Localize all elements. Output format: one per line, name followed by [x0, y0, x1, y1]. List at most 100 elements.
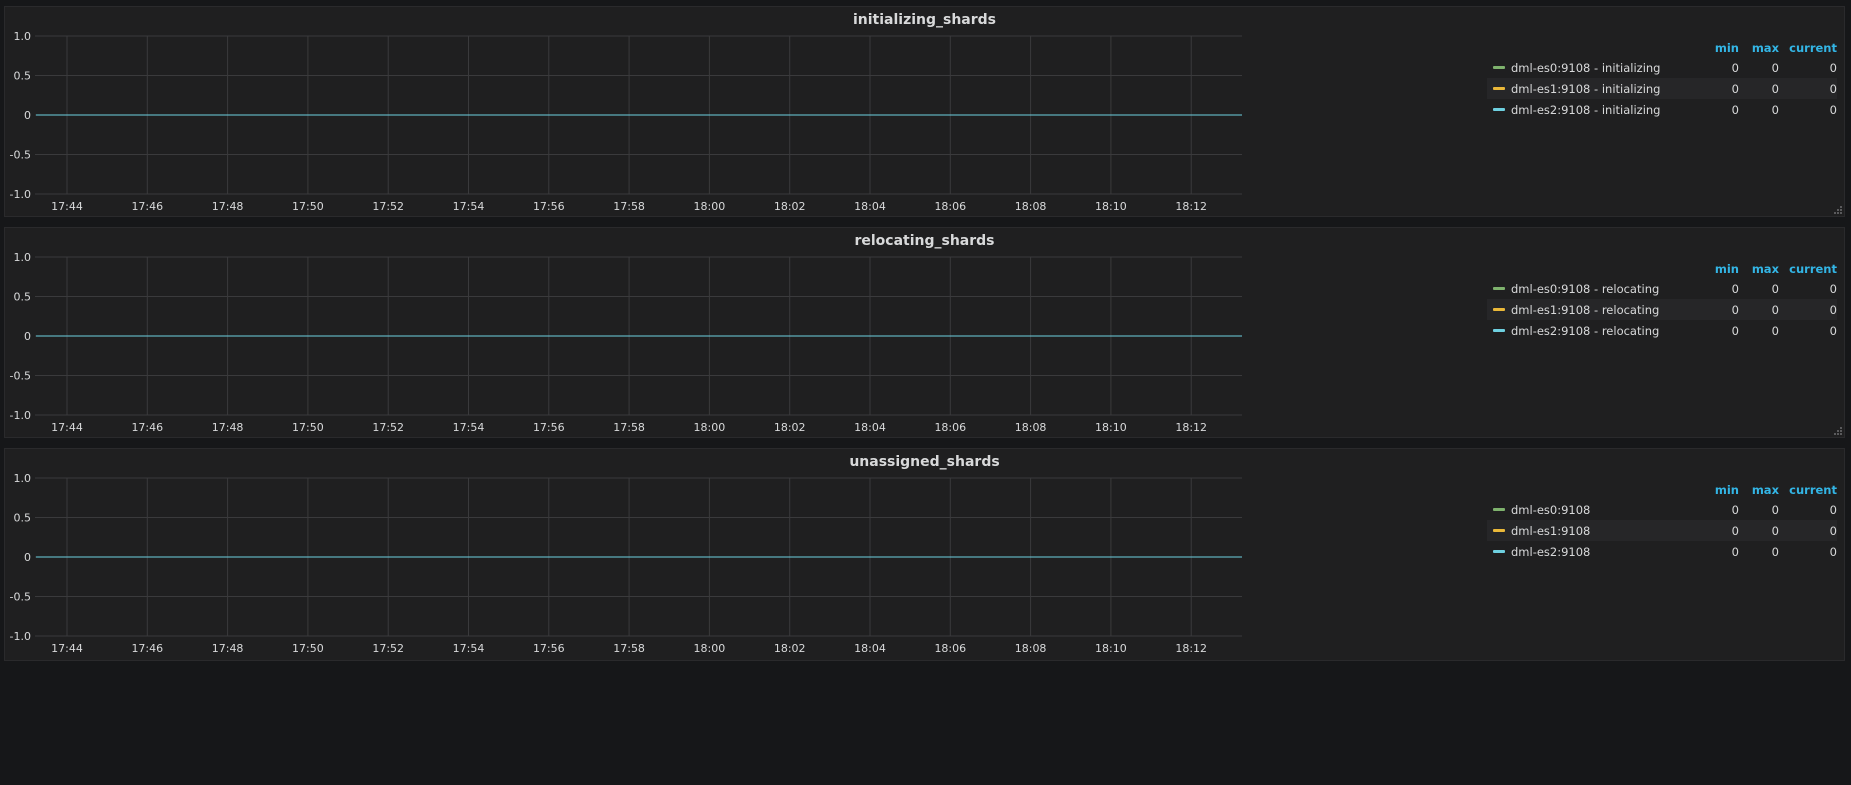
legend-series-name[interactable]: dml-es1:9108 - initializing — [1511, 82, 1707, 96]
series-color-swatch[interactable] — [1493, 308, 1505, 311]
legend-col-max[interactable]: max — [1739, 483, 1779, 497]
y-tick-label: 0.5 — [14, 70, 32, 83]
x-tick-label: 18:12 — [1175, 642, 1207, 655]
x-tick-label: 17:48 — [212, 642, 244, 655]
x-tick-label: 18:10 — [1095, 421, 1127, 434]
y-tick-label: 1.0 — [14, 472, 32, 485]
legend-series-name[interactable]: dml-es0:9108 — [1511, 503, 1707, 517]
legend-max-value: 0 — [1771, 302, 1779, 317]
x-tick-label: 17:56 — [533, 642, 565, 655]
legend-min-value: 0 — [1731, 544, 1739, 559]
panel-relocating-shards[interactable]: relocating_shards 1.0 0.5 0 -0.5 -1.0 17:44 17… — [4, 227, 1845, 438]
resize-handle-dot — [1840, 427, 1842, 429]
x-tick-label: 18:06 — [934, 642, 966, 655]
x-tick-label: 17:54 — [453, 421, 485, 434]
legend-item[interactable]: dml-es0:9108 0 0 0 — [1487, 499, 1837, 520]
series-color-swatch[interactable] — [1493, 87, 1505, 90]
legend-min-value: 0 — [1731, 281, 1739, 296]
legend-series-name[interactable]: dml-es0:9108 - initializing — [1511, 61, 1707, 75]
legend-col-max[interactable]: max — [1739, 262, 1779, 276]
series-color-swatch[interactable] — [1493, 108, 1505, 111]
legend-item[interactable]: dml-es1:9108 - initializing 0 0 0 — [1487, 78, 1837, 99]
x-tick-label: 18:04 — [854, 421, 886, 434]
series-color-swatch[interactable] — [1493, 66, 1505, 69]
series-color-swatch[interactable] — [1493, 287, 1505, 290]
legend-current-value: 0 — [1829, 102, 1837, 117]
legend-series-name[interactable]: dml-es2:9108 — [1511, 545, 1707, 559]
x-tick-label: 17:46 — [131, 421, 163, 434]
y-tick-label: -0.5 — [10, 370, 31, 383]
legend-col-current[interactable]: current — [1779, 41, 1837, 55]
x-tick-label: 17:54 — [453, 642, 485, 655]
legend-header: min max current — [1487, 481, 1837, 499]
x-tick-label: 17:46 — [131, 642, 163, 655]
series-color-swatch[interactable] — [1493, 550, 1505, 553]
x-tick-label: 17:46 — [131, 200, 163, 213]
legend-min-value: 0 — [1731, 502, 1739, 517]
x-tick-label: 17:52 — [372, 421, 404, 434]
legend-item[interactable]: dml-es2:9108 0 0 0 — [1487, 541, 1837, 562]
legend-item[interactable]: dml-es2:9108 - relocating 0 0 0 — [1487, 320, 1837, 341]
x-tick-label: 17:50 — [292, 642, 324, 655]
x-tick-label: 17:50 — [292, 421, 324, 434]
x-tick-label: 17:58 — [613, 200, 645, 213]
legend: min max current dml-es0:9108 - initializing… — [1487, 39, 1837, 120]
x-tick-label: 18:06 — [934, 421, 966, 434]
x-tick-label: 18:08 — [1015, 200, 1047, 213]
resize-handle-dot — [1840, 430, 1842, 432]
legend-item[interactable]: dml-es2:9108 - initializing 0 0 0 — [1487, 99, 1837, 120]
legend-header: min max current — [1487, 260, 1837, 278]
panel-initializing-shards[interactable]: initializing_shards 1.0 0.5 0 -0.5 -1.0 17:44… — [4, 6, 1845, 217]
legend-col-current[interactable]: current — [1779, 483, 1837, 497]
y-tick-label: 0.5 — [14, 512, 32, 525]
x-tick-label: 17:48 — [212, 421, 244, 434]
legend-item[interactable]: dml-es1:9108 0 0 0 — [1487, 520, 1837, 541]
x-tick-label: 18:12 — [1175, 200, 1207, 213]
x-tick-label: 17:52 — [372, 642, 404, 655]
legend-min-value: 0 — [1731, 323, 1739, 338]
x-tick-label: 17:58 — [613, 421, 645, 434]
legend-current-value: 0 — [1829, 523, 1837, 538]
legend-col-current[interactable]: current — [1779, 262, 1837, 276]
legend-item[interactable]: dml-es0:9108 - initializing 0 0 0 — [1487, 57, 1837, 78]
legend-col-min[interactable]: min — [1707, 483, 1739, 497]
resize-handle-dot — [1840, 212, 1842, 214]
series-color-swatch[interactable] — [1493, 329, 1505, 332]
legend-col-min[interactable]: min — [1707, 41, 1739, 55]
series-color-swatch[interactable] — [1493, 508, 1505, 511]
legend-current-value: 0 — [1829, 60, 1837, 75]
legend-col-min[interactable]: min — [1707, 262, 1739, 276]
legend-col-max[interactable]: max — [1739, 41, 1779, 55]
legend-item[interactable]: dml-es0:9108 - relocating 0 0 0 — [1487, 278, 1837, 299]
series-color-swatch[interactable] — [1493, 529, 1505, 532]
legend-item[interactable]: dml-es1:9108 - relocating 0 0 0 — [1487, 299, 1837, 320]
legend-series-name[interactable]: dml-es1:9108 — [1511, 524, 1707, 538]
resize-handle-icon[interactable] — [1834, 427, 1842, 435]
legend-series-name[interactable]: dml-es2:9108 - relocating — [1511, 324, 1707, 338]
legend-series-name[interactable]: dml-es1:9108 - relocating — [1511, 303, 1707, 317]
x-tick-label: 18:10 — [1095, 200, 1127, 213]
y-tick-label: -0.5 — [10, 591, 31, 604]
resize-handle-dot — [1837, 430, 1839, 432]
legend-series-name[interactable]: dml-es2:9108 - initializing — [1511, 103, 1707, 117]
legend-min-value: 0 — [1731, 302, 1739, 317]
chart-plot[interactable]: 1.0 0.5 0 -0.5 -1.0 17:44 17:46 17:48 17:50 17:52… — [5, 228, 1485, 439]
x-tick-label: 17:56 — [533, 421, 565, 434]
legend-series-name[interactable]: dml-es0:9108 - relocating — [1511, 282, 1707, 296]
panel-unassigned-shards[interactable]: unassigned_shards 1.0 0.5 0 -0.5 -1.0 17:44 17… — [4, 448, 1845, 661]
x-tick-label: 17:54 — [453, 200, 485, 213]
legend-max-value: 0 — [1771, 323, 1779, 338]
x-tick-label: 18:00 — [694, 200, 726, 213]
chart-plot[interactable]: 1.0 0.5 0 -0.5 -1.0 17:44 17:46 17:48 17:50 17:52… — [5, 449, 1485, 662]
x-tick-label: 17:50 — [292, 200, 324, 213]
chart-plot[interactable]: 1.0 0.5 0 -0.5 -1.0 17:44 17:46 17:48 17:50 17:52… — [5, 7, 1485, 218]
resize-handle-icon[interactable] — [1834, 206, 1842, 214]
y-tick-label: -0.5 — [10, 149, 31, 162]
x-tick-label: 17:52 — [372, 200, 404, 213]
legend-max-value: 0 — [1771, 523, 1779, 538]
x-tick-label: 17:44 — [51, 200, 83, 213]
legend-header: min max current — [1487, 39, 1837, 57]
resize-handle-dot — [1834, 433, 1836, 435]
x-tick-label: 18:08 — [1015, 421, 1047, 434]
resize-handle-dot — [1840, 206, 1842, 208]
